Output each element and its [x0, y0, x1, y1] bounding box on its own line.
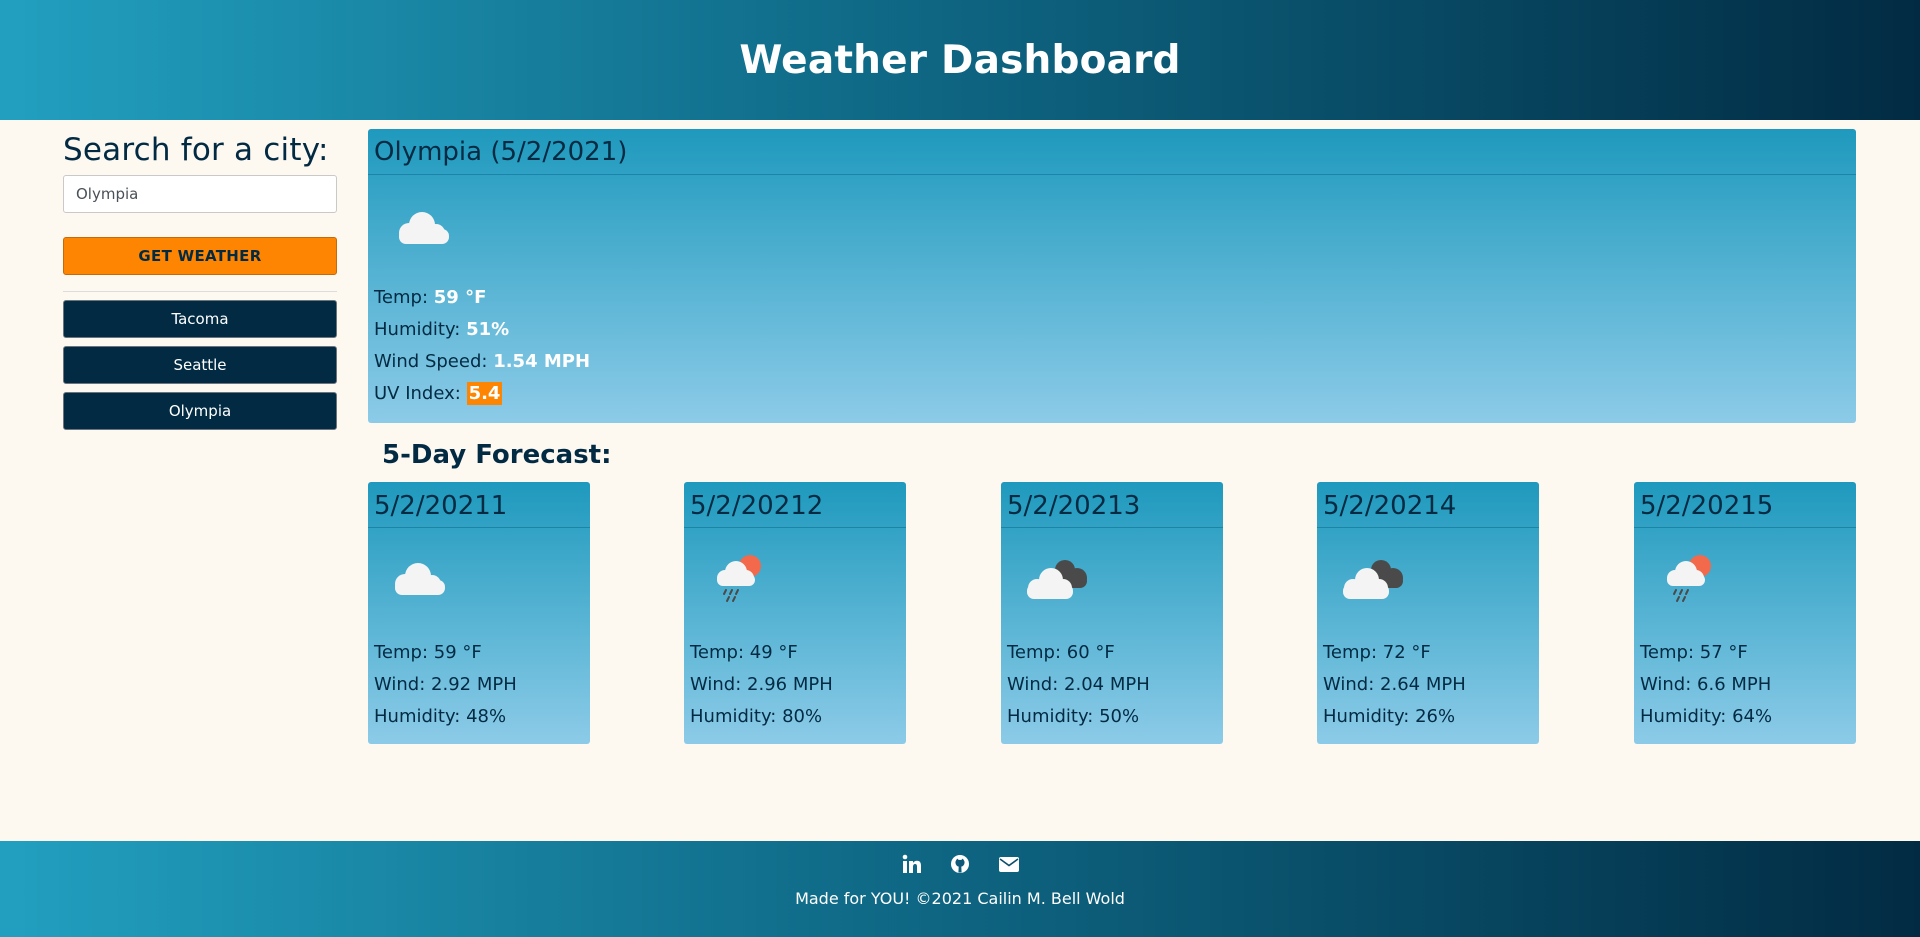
forecast-title: 5-Day Forecast:: [382, 440, 612, 470]
current-weather-card: Olympia (5/2/2021) Temp: 59 °F Humidity:…: [368, 129, 1856, 423]
humidity-label: Humidity:: [374, 319, 461, 340]
current-humidity: Humidity: 51%: [374, 319, 509, 340]
temp-value: 59 °F: [433, 287, 487, 308]
uv-label: UV Index:: [374, 383, 461, 404]
search-heading: Search for a city:: [63, 132, 329, 168]
forecast-wind: Wind: 2.92 MPH: [374, 674, 517, 695]
social-links: [0, 841, 1920, 885]
temp-label: Temp:: [374, 287, 429, 308]
humidity-value: 51%: [466, 319, 510, 340]
uv-index-badge: 5.4: [466, 382, 503, 405]
forecast-temp: Temp: 57 °F: [1640, 642, 1748, 663]
wind-label: Wind Speed:: [374, 351, 488, 372]
rain-sun-icon: [712, 552, 772, 612]
history-city-button[interactable]: Olympia: [63, 392, 337, 430]
broken-clouds-icon: [1337, 556, 1413, 610]
forecast-wind: Wind: 2.04 MPH: [1007, 674, 1150, 695]
forecast-temp: Temp: 49 °F: [690, 642, 798, 663]
forecast-date: 5/2/20212: [684, 482, 906, 528]
rain-sun-icon: [1662, 552, 1722, 612]
linkedin-icon[interactable]: [902, 854, 922, 874]
forecast-humidity: Humidity: 80%: [690, 706, 823, 727]
forecast-humidity: Humidity: 26%: [1323, 706, 1456, 727]
forecast-wind: Wind: 2.64 MPH: [1323, 674, 1466, 695]
forecast-date: 5/2/20214: [1317, 482, 1539, 528]
history-city-button[interactable]: Tacoma: [63, 300, 337, 338]
site-header: Weather Dashboard: [0, 0, 1920, 120]
page-title: Weather Dashboard: [739, 37, 1181, 83]
github-icon[interactable]: [950, 854, 970, 874]
forecast-wind: Wind: 2.96 MPH: [690, 674, 833, 695]
forecast-card: 5/2/20215 Temp: 57 °F Wind: 6.6 MPH Humi…: [1634, 482, 1856, 744]
footer-credit: Made for YOU! ©2021 Cailin M. Bell Wold: [795, 889, 1125, 908]
broken-clouds-icon: [1021, 556, 1097, 610]
forecast-card: 5/2/20212 Temp: 49 °F Wind: 2.96 MPH Hum…: [684, 482, 906, 744]
forecast-card: 5/2/20213 Temp: 60 °F Wind: 2.04 MPH Hum…: [1001, 482, 1223, 744]
forecast-temp: Temp: 59 °F: [374, 642, 482, 663]
forecast-date: 5/2/20211: [368, 482, 590, 528]
search-sidebar: Search for a city: Get Weather Tacoma Se…: [63, 128, 337, 430]
forecast-card: 5/2/20211 Temp: 59 °F Wind: 2.92 MPH Hum…: [368, 482, 590, 744]
city-search-input[interactable]: [63, 175, 337, 213]
forecast-humidity: Humidity: 64%: [1640, 706, 1773, 727]
current-uv: UV Index: 5.4: [374, 382, 503, 405]
cloud-icon: [388, 556, 452, 606]
envelope-icon[interactable]: [998, 854, 1019, 874]
forecast-date: 5/2/20213: [1001, 482, 1223, 528]
forecast-date: 5/2/20215: [1634, 482, 1856, 528]
cloud-icon: [392, 205, 456, 255]
divider: [63, 291, 337, 292]
forecast-card: 5/2/20214 Temp: 72 °F Wind: 2.64 MPH Hum…: [1317, 482, 1539, 744]
history-city-button[interactable]: Seattle: [63, 346, 337, 384]
site-footer: Made for YOU! ©2021 Cailin M. Bell Wold: [0, 841, 1920, 937]
current-temp: Temp: 59 °F: [374, 287, 486, 308]
current-wind: Wind Speed: 1.54 MPH: [374, 351, 590, 372]
forecast-humidity: Humidity: 48%: [374, 706, 507, 727]
forecast-temp: Temp: 60 °F: [1007, 642, 1115, 663]
get-weather-button[interactable]: Get Weather: [63, 237, 337, 275]
forecast-humidity: Humidity: 50%: [1007, 706, 1140, 727]
current-city-title: Olympia (5/2/2021): [368, 129, 1856, 175]
forecast-wind: Wind: 6.6 MPH: [1640, 674, 1772, 695]
forecast-temp: Temp: 72 °F: [1323, 642, 1431, 663]
wind-value: 1.54 MPH: [493, 351, 591, 372]
